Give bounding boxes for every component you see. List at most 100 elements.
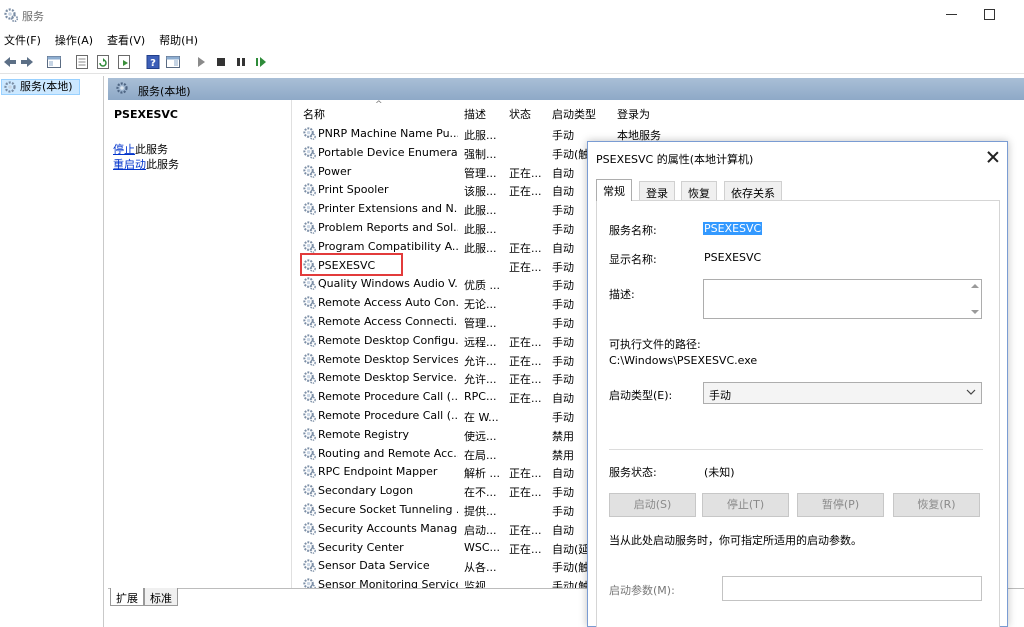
service-startup-type-cell: 手动 [552,204,574,218]
service-name-cell: Remote Access Auto Con... [318,296,458,310]
start-service-icon[interactable] [193,54,209,70]
description-textbox[interactable] [703,279,982,319]
stop-service-suffix: 此服务 [135,143,168,156]
service-gear-icon [303,277,316,291]
pause-service-icon[interactable] [233,54,249,70]
service-description-cell: WSC... [464,540,501,554]
tab-dependencies[interactable]: 依存关系 [724,181,782,201]
service-startup-type-cell: 手动 [552,298,574,312]
service-description-cell: 管理... [464,317,497,330]
restart-service-link[interactable]: 重启动 [113,158,146,171]
show-hide-action-pane-icon[interactable] [165,54,181,70]
column-header-status[interactable]: 状态 [509,106,531,122]
console-tree-icon[interactable] [46,54,62,70]
service-startup-type-cell: 手动 [552,335,574,349]
stop-service-icon[interactable] [213,54,229,70]
service-status-label: 服务状态: [609,466,657,479]
service-startup-type-cell: 自动 [552,185,574,199]
service-startup-type-cell: 禁用 [552,448,574,462]
service-name-cell: Remote Access Connecti... [318,315,458,328]
service-gear-icon [303,465,316,479]
service-startup-type-cell: 手动(触 [552,561,590,575]
service-description-cell: 该服... [464,185,497,199]
service-name-cell: Secondary Logon [318,484,414,498]
startup-type-select[interactable]: 手动 [703,382,982,404]
restart-service-suffix: 此服务 [146,158,179,171]
tree-item-label: 服务(本地) [20,80,73,93]
scroll-up-icon[interactable] [971,284,979,288]
service-description-cell: 此服... [464,241,497,255]
service-description-cell: 在 W... [464,411,499,424]
service-gear-icon [303,522,316,535]
menu-file[interactable]: 文件(F) [4,32,41,48]
tree-item-services-local[interactable]: 服务(本地) [1,79,80,95]
pause-button[interactable]: 暂停(P) [797,493,884,517]
table-row[interactable]: PNRP Machine Name Pu... 此服... 手动 本地服务 [297,124,1024,142]
service-status-cell: 正在... [509,241,542,255]
menu-action[interactable]: 操作(A) [55,32,93,48]
service-name-cell: Remote Desktop Configu... [318,333,458,347]
close-icon[interactable] [986,150,1000,164]
service-status-value: (未知) [704,466,735,479]
chevron-down-icon [966,389,976,395]
service-gear-icon [303,484,316,498]
service-description-cell: 允许... [464,354,497,368]
service-name-cell: Portable Device Enumera... [318,145,458,159]
maximize-icon[interactable] [982,6,998,22]
column-header-name[interactable]: 名称 [303,106,325,122]
start-parameters-label: 启动参数(M): [609,584,675,597]
tab-extended[interactable]: 扩展 [110,588,144,606]
service-description-cell: 启动... [464,523,497,537]
service-status-cell: 正在... [509,166,542,180]
service-name-cell: Remote Desktop Services [318,352,458,366]
menu-view[interactable]: 查看(V) [107,32,145,48]
service-gear-icon [303,352,316,366]
selected-service-name: PSEXESVC [114,108,179,121]
service-name-cell: Program Compatibility A... [318,239,458,253]
column-header-description[interactable]: 描述 [464,106,486,122]
service-status-cell: 正在... [509,542,542,556]
minimize-icon[interactable] [944,6,960,22]
service-startup-type-cell: 手动 [552,505,574,518]
tab-standard[interactable]: 标准 [144,588,178,606]
stop-button[interactable]: 停止(T) [702,493,789,517]
service-gear-icon [303,240,316,253]
help-icon[interactable]: ? [145,54,161,70]
service-description-cell: RPC... [464,390,497,404]
service-name-cell: RPC Endpoint Mapper [318,465,438,479]
executable-path-value: C:\Windows\PSEXESVC.exe [609,354,758,367]
stop-service-link[interactable]: 停止 [113,143,135,156]
restart-service-line: 重启动此服务 [113,156,179,172]
forward-arrow-icon[interactable] [19,54,35,70]
properties-sheet-icon[interactable] [74,54,90,70]
tab-log-on[interactable]: 登录 [639,181,675,201]
refresh-icon[interactable] [95,54,111,70]
restart-service-icon[interactable] [253,54,269,70]
service-name-value[interactable]: PSEXESVC [703,222,763,235]
service-gear-icon [303,578,316,588]
start-parameters-input[interactable] [722,576,982,601]
column-header-log-on-as[interactable]: 登录为 [617,106,650,122]
service-name-cell: Sensor Monitoring Service [318,578,458,588]
tab-general[interactable]: 常规 [596,179,632,201]
menu-help[interactable]: 帮助(H) [159,32,198,48]
title-bar: 服务 [0,0,1024,30]
scroll-down-icon[interactable] [971,310,979,314]
back-arrow-icon[interactable] [2,54,18,70]
service-status-cell: 正在... [509,260,542,274]
executable-path-label: 可执行文件的路径: [609,338,701,351]
service-status-cell: 正在... [509,335,542,349]
column-header-startup-type[interactable]: 启动类型 [552,106,596,122]
start-button[interactable]: 启动(S) [609,493,696,517]
service-startup-type-cell: 手动(触 [552,580,590,588]
resume-button[interactable]: 恢复(R) [893,493,980,517]
export-list-icon[interactable] [116,54,132,70]
tab-recovery[interactable]: 恢复 [681,181,717,201]
service-startup-type-cell: 自动 [552,467,574,481]
service-description-cell: 解析 ... [464,467,500,481]
description-scrollbar[interactable] [969,280,981,318]
dialog-title: PSEXESVC 的属性(本地计算机) [596,153,754,166]
service-gear-icon [303,446,316,460]
stop-service-line: 停止此服务 [113,141,168,157]
service-description-cell: 无论... [464,298,497,312]
